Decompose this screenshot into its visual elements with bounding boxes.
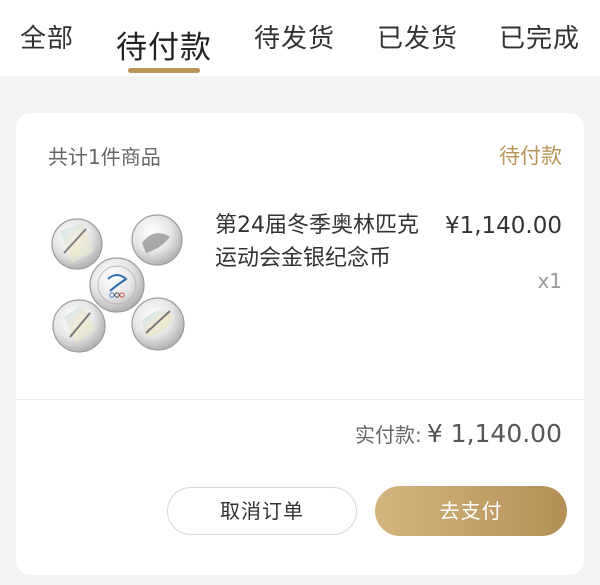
order-status-tabs: 全部 待付款 待发货 已发货 已完成 [0,0,600,76]
divider [16,399,584,400]
tab-shipped[interactable]: 已发货 [377,18,458,55]
total-label: 实付款: [354,423,422,447]
order-status-label: 待付款 [499,144,562,168]
item-count: 共计1件商品 [48,145,161,169]
product-image[interactable] [42,209,202,359]
active-tab-indicator [128,68,200,73]
pay-button[interactable]: 去支付 [375,486,567,536]
order-card[interactable]: 共计1件商品 待付款 第24届冬季奥林匹克运动会金银纪念币 ¥1,140.00 … [16,113,584,575]
total-amount: ¥ 1,140.00 [426,419,562,448]
product-price: ¥1,140.00 [444,213,562,239]
product-name[interactable]: 第24届冬季奥林匹克运动会金银纪念币 [215,209,437,275]
product-quantity: x1 [537,269,562,293]
total-row: 实付款: ¥ 1,140.00 [355,419,562,448]
cancel-order-button[interactable]: 取消订单 [167,487,357,535]
tab-all[interactable]: 全部 [20,18,74,55]
tab-completed[interactable]: 已完成 [499,18,580,55]
tab-pending-payment[interactable]: 待付款 [116,22,212,67]
tab-pending-shipment[interactable]: 待发货 [254,18,335,55]
